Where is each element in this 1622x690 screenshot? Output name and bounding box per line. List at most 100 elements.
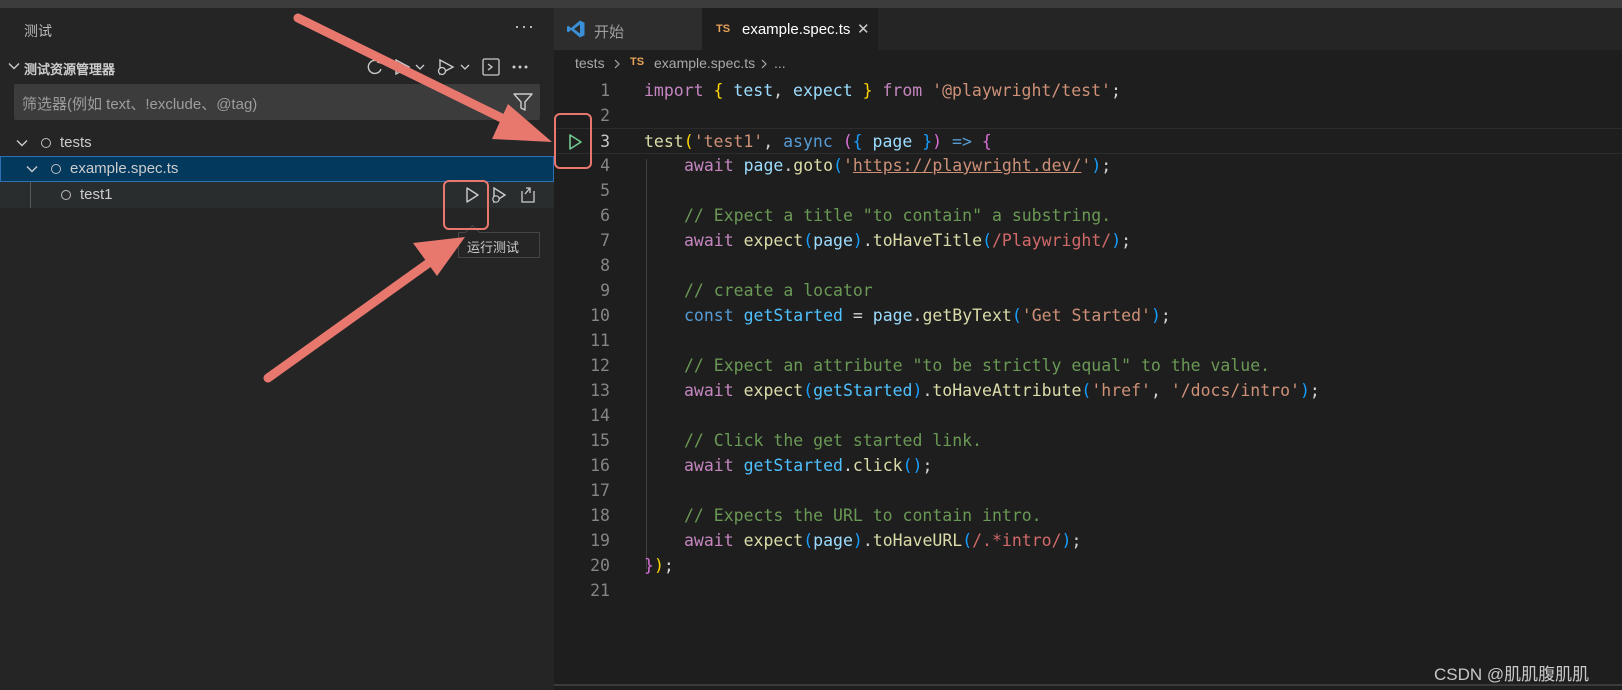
filter-icon[interactable] <box>512 91 534 113</box>
token: toHaveAttribute <box>932 381 1082 400</box>
sidebar-more-icon[interactable]: ··· <box>514 16 535 37</box>
token: click <box>852 456 903 475</box>
test-filter-input[interactable]: 筛选器(例如 text、!exclude、@tag) <box>14 84 540 120</box>
test-status-icon <box>41 138 51 148</box>
chevron-right-icon <box>614 59 620 69</box>
close-icon[interactable]: ✕ <box>857 20 870 38</box>
breadcrumb-folder[interactable]: tests <box>575 55 605 71</box>
token: goto <box>793 156 834 175</box>
tree-item-spec-file[interactable]: example.spec.ts <box>0 156 554 182</box>
line-number: 11 <box>590 331 610 350</box>
code-line[interactable]: 11 <box>554 328 1622 354</box>
chevron-down-icon[interactable] <box>14 135 30 151</box>
code-comment: // create a locator <box>684 281 873 300</box>
token: ' <box>1081 156 1092 175</box>
code-line[interactable]: 14 <box>554 403 1622 429</box>
line-number: 17 <box>590 481 610 500</box>
tab-label: 开始 <box>594 24 625 41</box>
refresh-tests-icon[interactable] <box>364 55 386 79</box>
line-number: 15 <box>590 431 610 450</box>
code-line[interactable]: 4 await page.goto('https://playwright.de… <box>554 153 1622 179</box>
code-line[interactable]: 21 <box>554 578 1622 604</box>
code-comment: // Click the get started link. <box>684 431 983 450</box>
token: ) <box>1061 531 1072 550</box>
code-line[interactable]: 17 <box>554 478 1622 504</box>
token: '/docs/intro' <box>1170 381 1300 400</box>
token: expect <box>743 231 804 250</box>
token: ' <box>842 156 853 175</box>
token: ; <box>1101 156 1112 175</box>
show-output-icon[interactable] <box>480 55 502 79</box>
test-explorer-header[interactable]: 测试资源管理器 <box>0 52 554 82</box>
token: ( <box>833 156 843 175</box>
token: ) <box>1299 381 1310 400</box>
token: , <box>1150 381 1161 400</box>
go-to-test-icon[interactable] <box>518 185 538 205</box>
code-line-current[interactable]: 3 test('test1', async ({ page }) => { <box>554 128 1622 154</box>
test-explorer-title: 测试资源管理器 <box>24 62 116 77</box>
code-line[interactable]: 5 <box>554 178 1622 204</box>
chevron-down-icon[interactable] <box>6 58 22 74</box>
annotation-highlight-run-button <box>443 180 489 230</box>
code-line[interactable]: 10 const getStarted = page.getByText('Ge… <box>554 303 1622 329</box>
code-line[interactable]: 7 await expect(page).toHaveTitle(/Playwr… <box>554 228 1622 254</box>
token: ) <box>932 132 943 151</box>
token: ; <box>922 456 933 475</box>
debug-all-tests-icon[interactable] <box>434 55 474 79</box>
token: await <box>684 231 734 250</box>
line-number: 10 <box>590 306 610 325</box>
token: ( <box>803 531 814 550</box>
token: ) <box>1150 306 1161 325</box>
url-link[interactable]: https://playwright.dev/ <box>853 156 1081 175</box>
token: . <box>842 456 853 475</box>
token: ) <box>912 381 923 400</box>
token: } <box>644 556 654 575</box>
token: ( <box>962 531 973 550</box>
tab-welcome[interactable]: 开始 <box>554 8 702 50</box>
code-editor: 开始 TS example.spec.ts ✕ tests TS example… <box>554 8 1622 690</box>
code-line[interactable]: 13 await expect(getStarted).toHaveAttrib… <box>554 378 1622 404</box>
code-text: test('test1', async ({ page }) => { <box>644 132 992 151</box>
token: () <box>902 456 923 475</box>
breadcrumb-symbol[interactable]: ... <box>774 55 786 71</box>
token: ( <box>683 132 694 151</box>
run-test-tooltip: 运行测试 <box>458 232 540 258</box>
code-line[interactable]: 18 // Expects the URL to contain intro. <box>554 503 1622 529</box>
code-line[interactable]: 16 await getStarted.click(); <box>554 453 1622 479</box>
token: => <box>952 132 972 151</box>
token: page <box>743 156 784 175</box>
token: 'href' <box>1091 381 1151 400</box>
token: . <box>862 531 873 550</box>
run-all-tests-icon[interactable] <box>392 55 428 79</box>
more-actions-icon[interactable] <box>510 55 530 79</box>
line-number: 13 <box>590 381 610 400</box>
token: ( <box>1011 306 1022 325</box>
token: page <box>813 231 853 250</box>
line-number: 18 <box>590 506 610 525</box>
code-line[interactable]: 19 await expect(page).toHaveURL(/.*intro… <box>554 528 1622 554</box>
code-line[interactable]: 12 // Expect an attribute "to be strictl… <box>554 353 1622 379</box>
token: ( <box>1081 381 1092 400</box>
code-line[interactable]: 9 // create a locator <box>554 278 1622 304</box>
token: await <box>684 156 734 175</box>
line-number: 6 <box>600 206 610 225</box>
code-line[interactable]: 2 <box>554 103 1622 129</box>
line-number: 14 <box>590 406 610 425</box>
tree-item-tests-folder[interactable]: tests <box>0 130 554 156</box>
code-line[interactable]: 15 // Click the get started link. <box>554 428 1622 454</box>
code-text: const getStarted = page.getByText('Get S… <box>684 306 1171 325</box>
code-line[interactable]: 20 }); <box>554 553 1622 579</box>
breadcrumb-file[interactable]: example.spec.ts <box>654 55 755 71</box>
line-number: 1 <box>600 81 610 100</box>
code-text: await expect(page).toHaveTitle(/Playwrig… <box>684 231 1131 250</box>
code-line[interactable]: 1 import { test, expect } from '@playwri… <box>554 78 1622 104</box>
chevron-down-icon[interactable] <box>24 161 40 177</box>
token: page <box>813 531 853 550</box>
token: ( <box>803 381 814 400</box>
token: { <box>713 81 724 100</box>
code-line[interactable]: 8 <box>554 253 1622 279</box>
debug-test-icon[interactable] <box>488 185 508 205</box>
tab-example-spec[interactable]: TS example.spec.ts ✕ <box>702 8 878 50</box>
window-top-bar <box>0 0 1622 8</box>
code-line[interactable]: 6 // Expect a title "to contain" a subst… <box>554 203 1622 229</box>
